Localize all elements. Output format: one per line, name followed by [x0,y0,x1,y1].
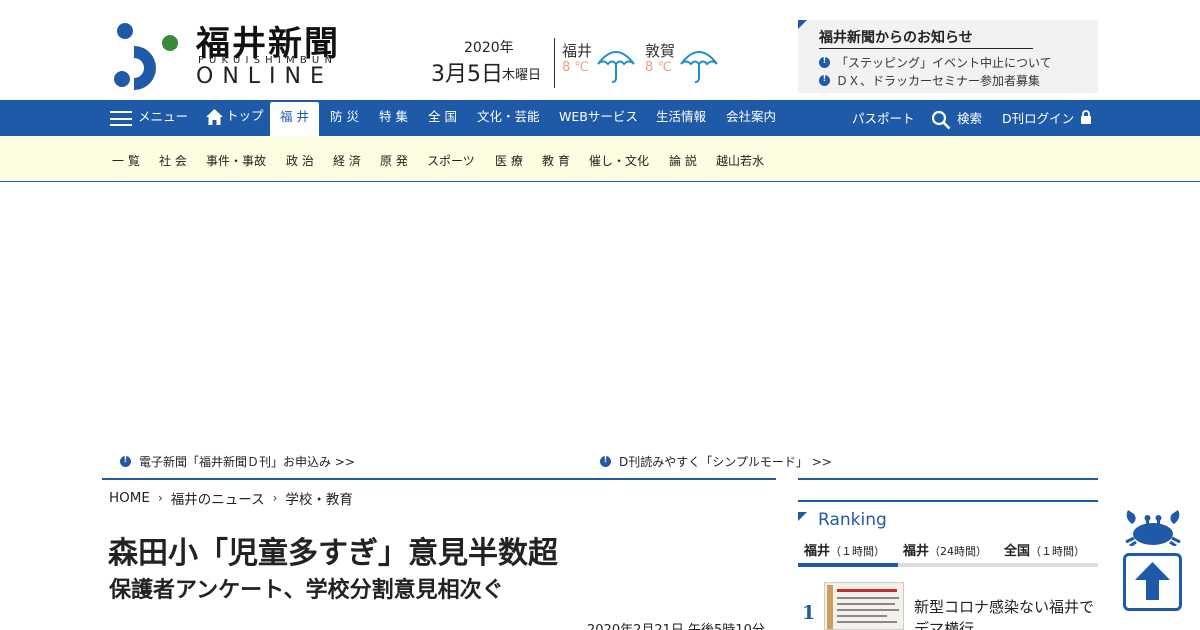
date-divider [554,38,555,88]
nav-fukui[interactable]: 福 井 [270,102,319,136]
arrow-up-icon [1135,562,1170,600]
promo-label: 電子新聞「福井新聞Ｄ刊」お申込み >> [139,455,355,469]
back-to-top-button[interactable] [1123,553,1182,611]
subnav-seiji[interactable]: 政 治 [286,152,314,169]
date-year: 2020年 [464,40,514,56]
umbrella-icon [597,51,635,83]
subnav-sports[interactable]: スポーツ [427,152,475,169]
notice-item[interactable]: ＤＸ、ドラッカーセミナー参加者募集 [819,72,1040,89]
hamburger-icon[interactable] [110,111,132,126]
sub-nav: 一 覧 社 会 事件・事故 政 治 経 済 原 発 スポーツ 医 療 教 育 催… [0,136,1200,182]
nav-zenkoku[interactable]: 全 国 [428,100,457,136]
divider [102,478,776,480]
ranking-tab-label: 福井 [903,544,930,559]
menu-button[interactable]: メニュー [138,100,188,136]
nav-tokushu[interactable]: 特 集 [379,100,408,136]
lock-icon [1081,110,1091,124]
ranking-title: Ranking [818,510,887,530]
ranking-item-title[interactable]: 新型コロナ感染ない福井でデマ横行 [914,596,1098,630]
subnav-keizai[interactable]: 経 済 [333,152,361,169]
subnav-kyoiku[interactable]: 教 育 [542,152,570,169]
ranking-tab-period: （１時間） [830,545,886,558]
subnav-moyooshi[interactable]: 催し・文化 [589,152,649,169]
divider [798,500,1098,502]
info-icon [120,455,131,467]
nav-company[interactable]: 会社案内 [726,100,776,136]
breadcrumb-home[interactable]: HOME [109,490,150,506]
ranking-tabs: 福井（１時間） 福井（24時間） 全国（１時間） [798,540,1098,567]
nav-web-service[interactable]: WEBサービス [559,100,638,136]
subnav-iryo[interactable]: 医 療 [495,152,523,169]
subnav-genpatsu[interactable]: 原 発 [380,152,408,169]
ranking-tab-label: 全国 [1004,544,1031,559]
article-headline: 森田小「児童多すぎ」意見半数超 [108,536,558,571]
nav-top[interactable]: トップ [226,100,264,136]
notice-item-label: ＤＸ、ドラッカーセミナー参加者募集 [836,74,1041,88]
nav-bousai[interactable]: 防 災 [330,100,359,136]
subnav-ronsetsu[interactable]: 論 説 [669,152,697,169]
info-icon [819,74,830,86]
divider [798,478,1098,480]
breadcrumb-fukui-news[interactable]: 福井のニュース [171,488,265,508]
ranking-tab-fukui-24h[interactable]: 福井（24時間） [903,540,987,567]
weather-temp-fukui: 8 ℃ [562,60,590,75]
date-main: 3月5日 [431,62,503,87]
dkan-login-link[interactable]: D刊ログイン [1002,100,1074,136]
ranking-number: 1 [802,602,816,624]
weather-city-fukui: 福井 [562,42,593,60]
promo-dkan-subscribe[interactable]: 電子新聞「福井新聞Ｄ刊」お申込み >> [120,453,355,470]
breadcrumb: HOME › 福井のニュース › 学校・教育 [109,488,353,508]
weather-city-tsuruga: 敦賀 [645,42,676,60]
ranking-tab-period: （24時間） [929,545,988,558]
main-nav: メニュー トップ 福 井 防 災 特 集 全 国 文化・芸能 WEBサービス 生… [0,100,1200,136]
logo-online: ONLINE [196,64,333,89]
ranking-tab-fukui-1h[interactable]: 福井（１時間） [798,540,898,567]
notice-item[interactable]: 「ステッピング」イベント中止について [819,54,1052,71]
promo-simple-mode[interactable]: D刊読みやすく「シンプルモード」 >> [600,453,832,470]
search-icon[interactable] [931,110,951,130]
article-subhead: 保護者アンケート、学校分割意見相次ぐ [109,578,504,603]
corner-marker [798,20,807,29]
chevron-right-icon: › [157,491,163,505]
promo-label: D刊読みやすく「シンプルモード」 >> [619,455,832,469]
weather-temp-tsuruga: 8 ℃ [645,60,673,75]
info-icon [600,455,611,467]
subnav-jiken[interactable]: 事件・事故 [206,152,266,169]
umbrella-icon [680,51,718,83]
passport-link[interactable]: パスポート [852,100,915,136]
subnav-shakai[interactable]: 社 会 [159,152,187,169]
ranking-thumbnail[interactable] [824,582,904,630]
subnav-koshiyama[interactable]: 越山若水 [716,152,764,169]
notice-box: 福井新聞からのお知らせ 「ステッピング」イベント中止について ＤＸ、ドラッカーセ… [798,20,1098,93]
ranking-tab-label: 福井 [804,544,831,559]
ranking-tab-period: （１時間） [1030,545,1086,558]
search-button[interactable]: 検索 [957,100,982,136]
date-dow: 木曜日 [502,68,542,83]
home-icon [206,109,223,125]
article-timestamp: 2020年2月21日 午後5時10分 [587,619,765,630]
nav-bunka[interactable]: 文化・芸能 [477,100,540,136]
corner-marker [798,512,807,521]
info-icon [819,56,830,68]
crab-icon[interactable] [1124,508,1182,546]
chevron-right-icon: › [272,491,278,505]
ranking-tab-zenkoku-1h[interactable]: 全国（１時間） [1004,540,1085,567]
nav-seikatsu[interactable]: 生活情報 [656,100,706,136]
notice-item-label: 「ステッピング」イベント中止について [836,56,1052,70]
breadcrumb-school[interactable]: 学校・教育 [285,488,353,508]
notice-title: 福井新聞からのお知らせ [819,27,1033,49]
subnav-ichiran[interactable]: 一 覧 [112,152,140,169]
logo-mark[interactable] [112,20,178,90]
